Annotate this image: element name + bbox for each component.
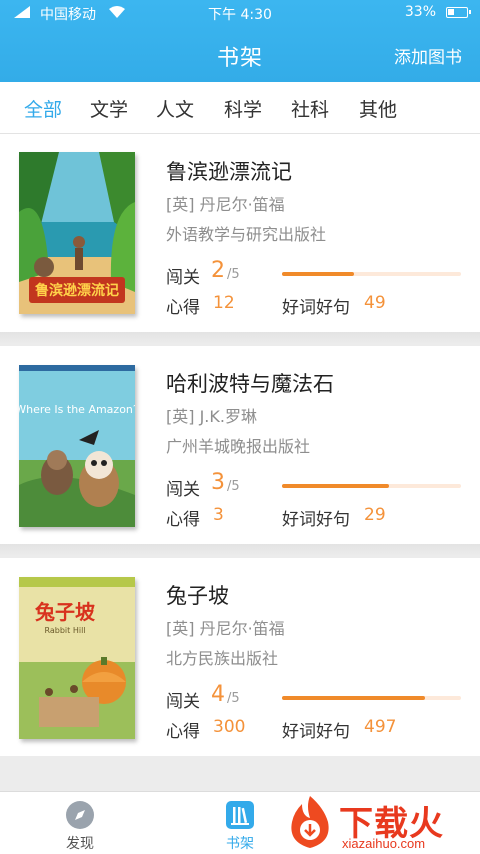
battery-icon [446, 7, 471, 18]
level-current: 3 [211, 470, 225, 495]
level-progress-fill [282, 696, 426, 700]
book-cover-image: Where Is the Amazon? [19, 365, 135, 527]
tab-literature[interactable]: 文学 [90, 95, 128, 122]
tab-science[interactable]: 科学 [224, 95, 262, 122]
book-author: [英] 丹尼尔·笛福 [166, 619, 285, 638]
phrases-count: 29 [364, 505, 386, 525]
level-progress-bar [282, 696, 461, 700]
level-current: 4 [211, 682, 225, 707]
book-publisher: 北方民族出版社 [166, 649, 279, 668]
book-title: 鲁滨逊漂流记 [166, 160, 292, 184]
book-card[interactable]: Where Is the Amazon? 哈利波特与魔法石 [英] J.K.罗琳… [0, 346, 480, 556]
cover-title: 鲁滨逊漂流记 [34, 282, 119, 299]
cover-title: 兔子坡 [34, 600, 96, 624]
card-divider [0, 544, 480, 556]
notes-count: 3 [213, 505, 224, 525]
card-divider [0, 332, 480, 344]
level-progress-bar [282, 484, 461, 488]
flame-icon [291, 796, 329, 848]
notes-label: 心得 [166, 722, 200, 742]
book-cover[interactable]: 鲁滨逊漂流记 [19, 152, 135, 314]
level-progress-bar [282, 272, 461, 276]
level-progress-fill [282, 272, 354, 276]
status-bar: 中国移动 下午 4:30 33% [0, 0, 480, 26]
level-label: 闯关 [166, 268, 200, 288]
app-header: 中国移动 下午 4:30 33% 书架 添加图书 [0, 0, 480, 82]
cover-subtitle: Rabbit Hill [44, 626, 85, 635]
level-label: 闯关 [166, 692, 200, 712]
book-cover-image: 兔子坡 Rabbit Hill [19, 577, 135, 739]
book-publisher: 广州羊城晚报出版社 [166, 437, 311, 456]
compass-icon [66, 801, 94, 829]
book-card[interactable]: 鲁滨逊漂流记 鲁滨逊漂流记 [英] 丹尼尔·笛福 外语教学与研究出版社 闯关 2… [0, 134, 480, 344]
nav-bookshelf[interactable]: 书架 [195, 792, 285, 854]
book-title: 兔子坡 [166, 584, 229, 608]
tab-humanities[interactable]: 人文 [156, 95, 194, 122]
notes-count: 12 [213, 293, 235, 313]
watermark-url: xiazaihuo.com [342, 836, 426, 851]
tab-social-science[interactable]: 社科 [291, 95, 329, 122]
level-progress-fill [282, 484, 390, 488]
nav-bookshelf-label: 书架 [226, 836, 254, 852]
add-book-button[interactable]: 添加图书 [394, 43, 462, 68]
bookshelf-icon [226, 801, 254, 829]
book-cover-image: 鲁滨逊漂流记 [19, 152, 135, 314]
phrases-label: 好词好句 [282, 722, 350, 742]
category-tabs: 全部 文学 人文 科学 社科 其他 [0, 82, 480, 134]
tab-other[interactable]: 其他 [359, 95, 397, 122]
phrases-count: 497 [364, 717, 397, 737]
battery-percent: 33% [404, 4, 436, 20]
book-title: 哈利波特与魔法石 [166, 372, 334, 396]
book-author: [英] J.K.罗琳 [166, 407, 257, 426]
notes-count: 300 [213, 717, 246, 737]
book-author: [英] 丹尼尔·笛福 [166, 195, 285, 214]
phrases-label: 好词好句 [282, 298, 350, 318]
level-total: /5 [227, 691, 240, 706]
nav-discover-label: 发现 [66, 836, 94, 852]
book-publisher: 外语教学与研究出版社 [166, 225, 327, 244]
level-label: 闯关 [166, 480, 200, 500]
level-total: /5 [227, 479, 240, 494]
phrases-label: 好词好句 [282, 510, 350, 530]
notes-label: 心得 [166, 298, 200, 318]
cover-title: Where Is the Amazon? [19, 403, 135, 416]
notes-label: 心得 [166, 510, 200, 530]
level-current: 2 [211, 258, 225, 283]
level-total: /5 [227, 267, 240, 282]
tab-all[interactable]: 全部 [24, 95, 62, 122]
nav-discover[interactable]: 发现 [35, 792, 125, 854]
book-cover[interactable]: Where Is the Amazon? [19, 365, 135, 527]
phrases-count: 49 [364, 293, 386, 313]
book-card[interactable]: 兔子坡 Rabbit Hill 兔子坡 [英] 丹尼尔·笛福 北方民族出版社 闯… [0, 558, 480, 756]
book-cover[interactable]: 兔子坡 Rabbit Hill [19, 577, 135, 739]
watermark-logo: 下载火 xiazaihuo.com [284, 794, 480, 854]
